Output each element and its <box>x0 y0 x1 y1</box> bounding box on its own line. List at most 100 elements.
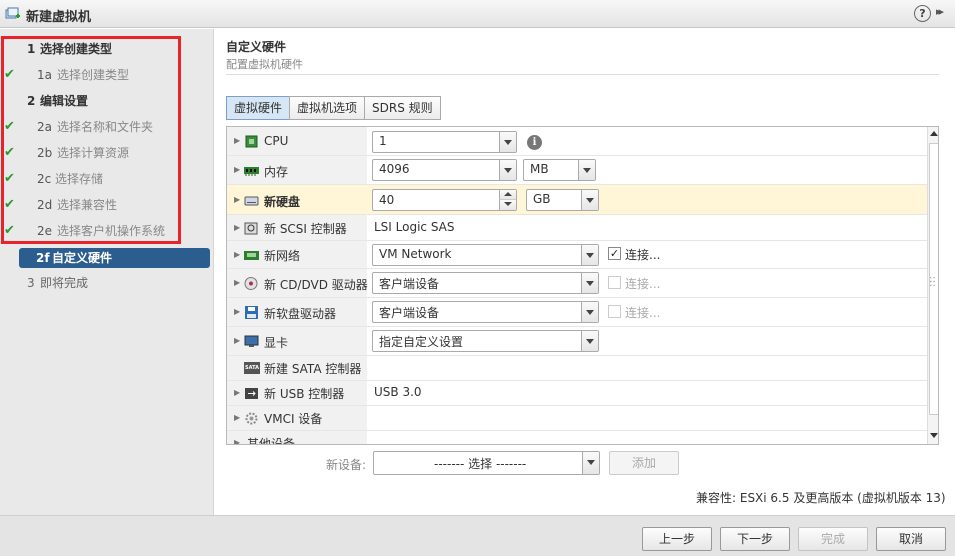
hw-name: 内存 <box>264 165 289 179</box>
expand-arrow-icon[interactable]: ▶ <box>234 195 240 204</box>
expand-arrow-icon[interactable]: ▶ <box>234 223 240 232</box>
hw-row-new-disk[interactable]: ▶ 新硬盘 40 GB <box>227 185 927 215</box>
expand-arrow-icon[interactable]: ▶ <box>234 438 240 444</box>
cd-dvd-icon <box>244 277 258 290</box>
chevron-down-icon[interactable] <box>581 273 598 293</box>
expand-arrow-icon[interactable]: ▶ <box>234 250 240 259</box>
resize-grip-icon[interactable]: :::: <box>929 275 936 289</box>
network-select[interactable]: VM Network <box>372 244 599 266</box>
scroll-up-icon[interactable] <box>929 128 938 140</box>
header-divider <box>226 74 939 75</box>
step-label: 选择兼容性 <box>57 198 118 212</box>
tab-vm-options[interactable]: 虚拟机选项 <box>289 96 366 120</box>
expand-icon[interactable]: ▸▸ <box>936 5 944 18</box>
tab-sdrs-rules[interactable]: SDRS 规则 <box>364 96 441 120</box>
chevron-down-icon[interactable] <box>499 132 516 152</box>
expand-arrow-icon[interactable]: ▶ <box>234 136 240 145</box>
scsi-type-value: LSI Logic SAS <box>374 220 455 234</box>
floppy-connect-label: 连接... <box>625 306 661 320</box>
checkmark-icon: ✔ <box>4 67 15 82</box>
hw-row-memory[interactable]: ▶ 内存 4096 MB <box>227 156 927 185</box>
expand-arrow-icon[interactable]: ▶ <box>234 307 240 316</box>
network-adapter-icon <box>244 251 259 260</box>
disk-size-stepper[interactable]: 40 <box>372 189 517 211</box>
hw-name: 新网络 <box>264 249 301 263</box>
checkmark-icon: ✔ <box>4 171 15 186</box>
chevron-down-icon[interactable] <box>581 245 598 265</box>
video-select[interactable]: 指定自定义设置 <box>372 330 599 352</box>
step-number: 2 <box>27 94 36 108</box>
step-number: 2f <box>36 251 50 265</box>
step-number: 2a <box>37 120 52 134</box>
hw-row-usb[interactable]: ▶ 新 USB 控制器 USB 3.0 <box>227 381 927 406</box>
step-number: 3 <box>27 276 35 290</box>
stepper-down-icon[interactable] <box>499 200 516 210</box>
add-device-button[interactable]: 添加 <box>609 451 679 475</box>
finish-button[interactable]: 完成 <box>798 527 868 551</box>
step-number: 1 <box>27 42 36 56</box>
hw-row-sata[interactable]: SATA 新建 SATA 控制器 <box>227 356 927 381</box>
disk-unit-select[interactable]: GB <box>526 189 599 211</box>
page-subtitle: 配置虚拟机硬件 <box>226 58 303 71</box>
usb-controller-icon <box>245 388 258 399</box>
memory-icon <box>244 167 259 176</box>
cpu-count-select[interactable]: 1 <box>372 131 517 153</box>
chevron-down-icon[interactable] <box>582 452 599 474</box>
hw-row-network[interactable]: ▶ 新网络 VM Network ✓ 连接... <box>227 241 927 269</box>
cpu-icon <box>245 135 258 148</box>
chevron-down-icon[interactable] <box>499 160 516 180</box>
back-button[interactable]: 上一步 <box>642 527 712 551</box>
expand-arrow-icon[interactable]: ▶ <box>234 165 240 174</box>
hw-row-other[interactable]: ▶ 其他设备 <box>227 431 927 444</box>
stepper-up-icon[interactable] <box>499 190 516 200</box>
step-label: 即将完成 <box>40 276 89 290</box>
hw-name: CPU <box>264 134 289 148</box>
usb-type-value: USB 3.0 <box>374 385 422 399</box>
chevron-down-icon[interactable] <box>581 302 598 322</box>
memory-unit-select[interactable]: MB <box>523 159 596 181</box>
chevron-down-icon[interactable] <box>578 160 595 180</box>
info-icon[interactable]: i <box>527 135 542 150</box>
checkmark-icon: ✔ <box>4 223 15 238</box>
new-device-select[interactable]: ------- 选择 ------- <box>373 451 600 475</box>
window-title: 新建虚拟机 <box>26 10 92 25</box>
network-connect-checkbox[interactable]: ✓ <box>608 247 621 260</box>
hardware-list: ▶ CPU 1 i ▶ 内存 4096 MB ▶ 新硬盘 40 GB ▶ 新 S… <box>226 126 939 445</box>
cddvd-select[interactable]: 客户端设备 <box>372 272 599 294</box>
hw-row-vmci[interactable]: ▶ VMCI 设备 <box>227 406 927 431</box>
expand-arrow-icon[interactable]: ▶ <box>234 336 240 345</box>
help-icon[interactable]: ? <box>914 5 931 22</box>
scroll-down-icon[interactable] <box>929 430 938 442</box>
expand-arrow-icon[interactable]: ▶ <box>234 413 240 422</box>
hw-row-cpu[interactable]: ▶ CPU 1 i <box>227 127 927 156</box>
hw-row-cddvd[interactable]: ▶ 新 CD/DVD 驱动器 客户端设备 连接... <box>227 269 927 298</box>
checkmark-icon: ✔ <box>4 119 15 134</box>
step-number: 2c <box>37 172 52 186</box>
next-button[interactable]: 下一步 <box>720 527 790 551</box>
memory-size-input[interactable]: 4096 <box>372 159 517 181</box>
cddvd-connect-label: 连接... <box>625 277 661 291</box>
step-label: 选择客户机操作系统 <box>57 224 166 238</box>
chevron-down-icon[interactable] <box>581 190 598 210</box>
sata-controller-icon: SATA <box>244 362 260 374</box>
hw-name: 新软盘驱动器 <box>264 307 337 321</box>
expand-arrow-icon[interactable]: ▶ <box>234 388 240 397</box>
expand-arrow-icon[interactable]: ▶ <box>234 278 240 287</box>
floppy-icon <box>245 306 258 319</box>
hw-row-video[interactable]: ▶ 显卡 指定自定义设置 <box>227 327 927 356</box>
chevron-down-icon[interactable] <box>581 331 598 351</box>
hw-row-floppy[interactable]: ▶ 新软盘驱动器 客户端设备 连接... <box>227 298 927 327</box>
hw-name: 新硬盘 <box>264 195 301 209</box>
step-number: 2d <box>37 198 53 212</box>
window-titlebar: 新建虚拟机 ? ▸▸ <box>0 0 955 28</box>
step-2f[interactable]: 2f 自定义硬件 <box>19 248 210 268</box>
step-label: 选择创建类型 <box>40 42 113 56</box>
new-vm-icon <box>5 7 20 19</box>
cancel-button[interactable]: 取消 <box>876 527 946 551</box>
page-title: 自定义硬件 <box>226 40 287 54</box>
tab-virtual-hardware[interactable]: 虚拟硬件 <box>226 96 291 120</box>
hw-row-scsi[interactable]: ▶ 新 SCSI 控制器 LSI Logic SAS <box>227 215 927 241</box>
scsi-controller-icon <box>244 222 258 235</box>
floppy-select[interactable]: 客户端设备 <box>372 301 599 323</box>
hw-name: 新 USB 控制器 <box>264 387 345 401</box>
